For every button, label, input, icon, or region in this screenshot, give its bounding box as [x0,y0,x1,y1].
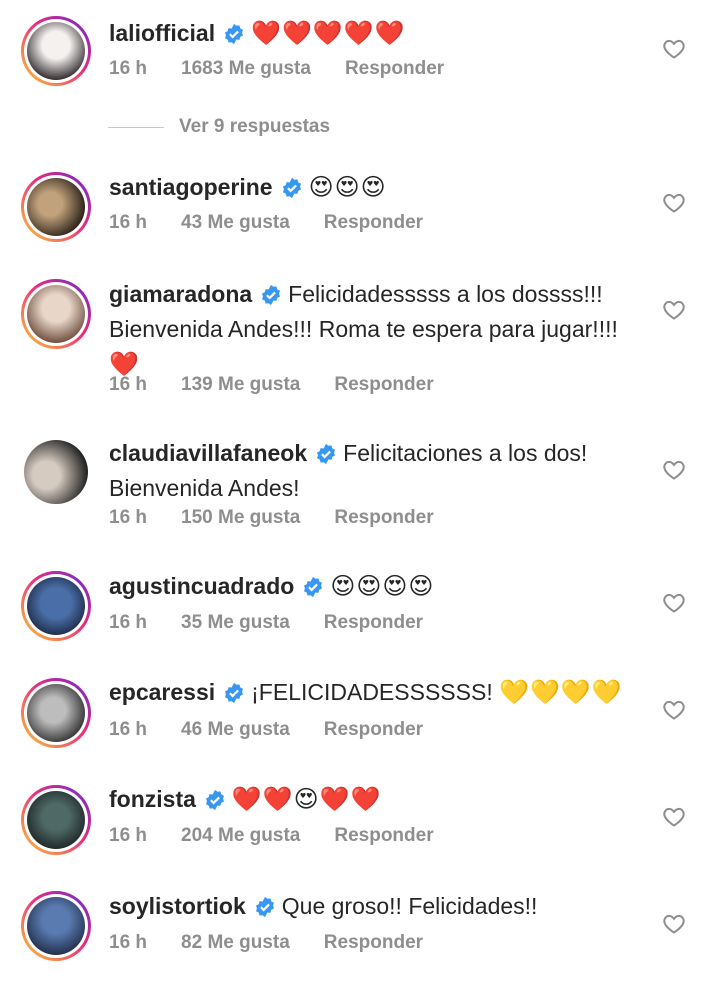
username[interactable]: claudiavillafaneok [109,440,307,466]
comment-text: claudiavillafaneok Felicitaciones a los d… [109,436,629,506]
comment-text: soylistortiok Que groso!! Felicidades!! [109,889,629,924]
likes-count[interactable]: 43 Me gusta [181,212,290,234]
likes-count[interactable]: 150 Me gusta [181,507,300,529]
avatar[interactable] [24,440,88,504]
timestamp: 16 h [109,58,148,79]
reply-button[interactable]: Responder [324,719,423,741]
heart-icon[interactable] [662,591,686,615]
likes-count[interactable]: 139 Me gusta [181,374,300,396]
username[interactable]: soylistortiok [109,893,246,919]
verified-badge-icon [262,284,281,306]
likes-count[interactable]: 82 Me gusta [181,932,290,954]
comment-emoji: ❤️❤️❤️❤️❤️ [251,20,406,47]
verified-badge-icon [304,576,323,598]
view-replies-label[interactable]: Ver 9 respuestas [179,116,330,138]
heart-icon[interactable] [662,298,686,322]
comment-text: laliofficial ❤️❤️❤️❤️❤️ [109,16,629,51]
heart-icon[interactable] [662,805,686,829]
avatar[interactable] [21,891,91,961]
reply-button[interactable]: Responder [345,58,444,80]
comment-meta: 16 h 1683 Me gusta Responder [109,58,478,80]
likes-count[interactable]: 204 Me gusta [181,825,300,847]
username[interactable]: fonzista [109,786,196,812]
comment-text: fonzista ❤️❤️😍❤️❤️ [109,782,629,817]
comment-text: giamaradona Felicidadesssss a los dossss!… [109,277,629,382]
view-replies[interactable]: Ver 9 respuestas [108,113,330,141]
verified-badge-icon [225,682,244,704]
reply-button[interactable]: Responder [334,825,433,847]
reply-button[interactable]: Responder [334,507,433,529]
reply-button[interactable]: Responder [334,374,433,396]
avatar[interactable] [21,279,91,349]
comment-meta: 16 h 82 Me gusta Responder [109,932,457,954]
timestamp: 16 h [109,507,148,528]
verified-badge-icon [255,896,274,918]
comment-meta: 16 h 139 Me gusta Responder [109,374,468,396]
timestamp: 16 h [109,825,148,846]
comment-meta: 16 h 43 Me gusta Responder [109,212,457,234]
likes-count[interactable]: 1683 Me gusta [181,58,311,80]
timestamp: 16 h [109,612,148,633]
comment-emoji: 😍😍😍 [308,174,387,201]
verified-badge-icon [282,177,301,199]
verified-badge-icon [317,443,336,465]
reply-button[interactable]: Responder [324,212,423,234]
username[interactable]: agustincuadrado [109,573,294,599]
avatar[interactable] [21,172,91,242]
heart-icon[interactable] [662,698,686,722]
heart-icon[interactable] [662,37,686,61]
avatar[interactable] [21,678,91,748]
reply-button[interactable]: Responder [324,932,423,954]
comment-text: agustincuadrado 😍😍😍😍 [109,569,629,604]
comment-body: ¡FELICIDADESSSSSS! [251,679,493,705]
comment-emoji: 💛💛💛💛 [499,679,623,706]
comment-emoji: ❤️❤️😍❤️❤️ [231,786,382,813]
comment-text: epcaressi ¡FELICIDADESSSSSS! 💛💛💛💛 [109,675,629,710]
avatar[interactable] [21,16,91,86]
reply-button[interactable]: Responder [324,612,423,634]
heart-icon[interactable] [662,912,686,936]
heart-icon[interactable] [662,458,686,482]
username[interactable]: giamaradona [109,281,252,307]
comment-meta: 16 h 150 Me gusta Responder [109,507,468,529]
comment-emoji: 😍😍😍😍 [330,573,435,600]
heart-icon[interactable] [662,191,686,215]
avatar[interactable] [21,785,91,855]
comment-meta: 16 h 35 Me gusta Responder [109,612,457,634]
timestamp: 16 h [109,374,148,395]
username[interactable]: laliofficial [109,20,215,46]
timestamp: 16 h [109,932,148,953]
comment-text: santiagoperine 😍😍😍 [109,170,629,205]
verified-badge-icon [225,23,244,45]
likes-count[interactable]: 46 Me gusta [181,719,290,741]
comment-body: Que groso!! Felicidades!! [281,893,538,919]
username[interactable]: santiagoperine [109,174,273,200]
comment-meta: 16 h 46 Me gusta Responder [109,719,457,741]
username[interactable]: epcaressi [109,679,215,705]
likes-count[interactable]: 35 Me gusta [181,612,290,634]
timestamp: 16 h [109,212,148,233]
divider [108,126,164,128]
comment-meta: 16 h 204 Me gusta Responder [109,825,468,847]
avatar[interactable] [21,571,91,641]
timestamp: 16 h [109,719,148,740]
verified-badge-icon [205,789,224,811]
